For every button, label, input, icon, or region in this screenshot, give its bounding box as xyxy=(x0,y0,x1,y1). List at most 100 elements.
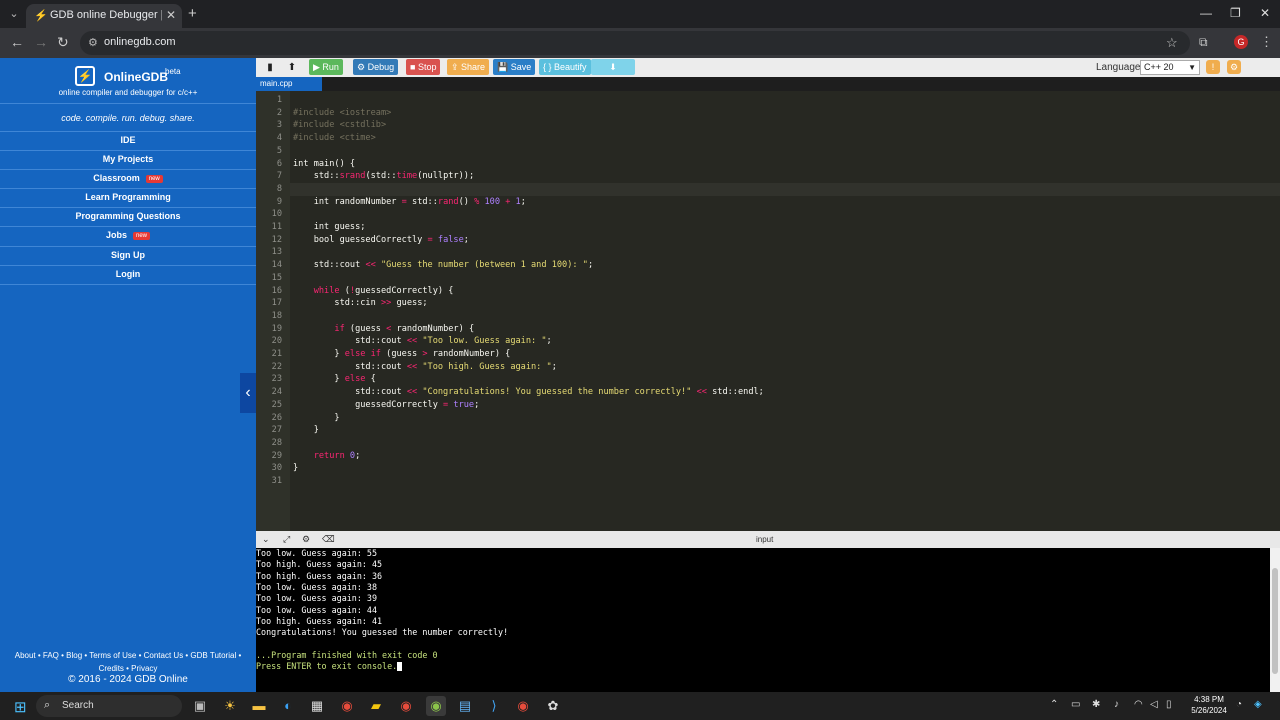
code-line[interactable]: 12 bool guessedCorrectly = false; xyxy=(256,234,1280,247)
store-icon[interactable]: ▦ xyxy=(307,696,327,716)
upload-icon[interactable]: ⬆ xyxy=(283,60,301,75)
microphone-icon[interactable]: ♪ xyxy=(1114,699,1119,710)
code-line[interactable]: 22 std::cout << "Too high. Guess again: … xyxy=(256,361,1280,374)
sidebar-item-programming-questions[interactable]: Programming Questions xyxy=(0,211,256,221)
vscode-icon[interactable]: ⟩ xyxy=(484,696,504,716)
share-button[interactable]: ⇪ Share xyxy=(447,59,490,75)
chrome-profile-icon[interactable]: ◉ xyxy=(396,696,416,716)
code-line[interactable]: 14 std::cout << "Guess the number (betwe… xyxy=(256,259,1280,272)
file-explorer-icon[interactable]: ▬ xyxy=(249,696,269,716)
sidebar-item-learn-programming[interactable]: Learn Programming xyxy=(0,192,256,202)
forward-arrow-icon[interactable]: → xyxy=(34,34,48,50)
code-line[interactable]: 30} xyxy=(256,462,1280,475)
chatgpt-icon[interactable]: ✿ xyxy=(543,696,563,716)
code-line[interactable]: 17 std::cin >> guess; xyxy=(256,297,1280,310)
sidebar-item-classroom[interactable]: Classroom new xyxy=(0,173,256,183)
clear-console-icon[interactable]: ⌫ xyxy=(322,534,335,545)
url-field[interactable]: ⚙ onlinegdb.com xyxy=(80,31,1190,55)
sidebar-item-jobs[interactable]: Jobs new xyxy=(0,230,256,240)
code-line[interactable]: 6 int main() { xyxy=(256,158,1280,171)
code-line[interactable]: 23 } else { xyxy=(256,373,1280,386)
code-line[interactable]: 9 int randomNumber = std::rand() % 100 +… xyxy=(256,196,1280,209)
console-scrollbar-thumb[interactable] xyxy=(1272,568,1278,674)
settings-gear-icon[interactable]: ⚙ xyxy=(1227,60,1241,74)
stop-button[interactable]: ■ Stop xyxy=(406,59,441,75)
code-line[interactable]: 31 xyxy=(256,475,1280,488)
tab-close-icon[interactable]: ✕ xyxy=(166,8,176,22)
sidebar-item-ide[interactable]: IDE xyxy=(0,135,256,145)
new-file-icon[interactable]: ▮ xyxy=(261,60,279,75)
code-editor[interactable]: 1 2 #include <iostream> 3 #include <cstdlib>… xyxy=(256,91,1280,531)
edge-browser-icon[interactable]: ◐ xyxy=(278,696,298,716)
window-close-icon[interactable]: ✕ xyxy=(1260,6,1270,20)
copilot-icon[interactable]: ◈ xyxy=(1254,699,1262,710)
console-settings-gear-icon[interactable]: ⚙ xyxy=(302,534,310,545)
code-line[interactable]: 26 } xyxy=(256,412,1280,425)
code-line[interactable]: 20 std::cout << "Too low. Guess again: "… xyxy=(256,335,1280,348)
profile-avatar[interactable]: G xyxy=(1234,35,1248,49)
code-line[interactable]: 29 return 0; xyxy=(256,450,1280,463)
minimize-icon[interactable]: — xyxy=(1200,6,1212,20)
chrome-icon[interactable]: ◉ xyxy=(337,696,357,716)
collapse-console-chevron-icon[interactable]: ⌄ xyxy=(262,534,270,545)
code-line[interactable]: 8 xyxy=(256,183,1280,196)
code-line[interactable]: 15 xyxy=(256,272,1280,285)
file-tab-main-cpp[interactable]: main.cpp xyxy=(256,77,322,91)
battery-icon[interactable]: ▯ xyxy=(1166,699,1172,710)
language-select[interactable]: C++ 20 ▼ xyxy=(1140,60,1200,75)
taskbar-clock[interactable]: 4:38 PM 5/26/2024 xyxy=(1186,694,1232,716)
notepad-icon[interactable]: ▤ xyxy=(455,696,475,716)
tray-device-icon[interactable]: ▭ xyxy=(1071,699,1080,710)
extensions-icon[interactable]: ⧉ xyxy=(1199,35,1208,50)
site-info-icon[interactable]: ⚙ xyxy=(88,36,98,49)
run-button[interactable]: ▶ Run xyxy=(309,59,343,75)
code-line[interactable]: 2 #include <iostream> xyxy=(256,107,1280,120)
expand-console-icon[interactable]: ⤢ xyxy=(283,534,290,545)
debug-button[interactable]: ⚙ Debug xyxy=(353,59,399,75)
browser-tab[interactable]: ⚡ GDB online Debugger | Compil ✕ xyxy=(26,4,182,28)
wifi-icon[interactable]: ◠ xyxy=(1134,699,1143,710)
code-line[interactable]: 4 #include <ctime> xyxy=(256,132,1280,145)
code-line[interactable]: 27 } xyxy=(256,424,1280,437)
code-line[interactable]: 3 #include <cstdlib> xyxy=(256,119,1280,132)
chrome-second-icon[interactable]: ◉ xyxy=(513,696,533,716)
code-line[interactable]: 11 int guess; xyxy=(256,221,1280,234)
beautify-button[interactable]: { } Beautify xyxy=(539,59,591,75)
collapse-sidebar-chevron-icon[interactable]: ‹ xyxy=(240,373,256,413)
code-line[interactable]: 24 std::cout << "Congratulations! You gu… xyxy=(256,386,1280,399)
brand-name[interactable]: OnlineGDB xyxy=(104,70,168,84)
taskbar-search[interactable]: ⌕ Search xyxy=(36,695,182,717)
new-tab-icon[interactable]: + xyxy=(188,5,197,22)
save-button[interactable]: 💾 Save xyxy=(493,59,536,75)
sidebar-item-my-projects[interactable]: My Projects xyxy=(0,154,256,164)
code-line[interactable]: 18 xyxy=(256,310,1280,323)
footer-links-line[interactable]: About • FAQ • Blog • Terms of Use • Cont… xyxy=(0,649,256,662)
code-line[interactable]: 1 xyxy=(256,94,1280,107)
info-icon[interactable]: ! xyxy=(1206,60,1220,74)
maximize-icon[interactable]: ❐ xyxy=(1230,6,1241,20)
code-line[interactable]: 19 if (guess < randomNumber) { xyxy=(256,323,1280,336)
task-view-icon[interactable]: ▣ xyxy=(190,696,210,716)
code-line[interactable]: 7 std::srand(std::time(nullptr)); xyxy=(256,170,1280,183)
sidebar-item-sign-up[interactable]: Sign Up xyxy=(0,250,256,260)
reload-icon[interactable]: ↻ xyxy=(57,34,69,51)
code-line[interactable]: 5 xyxy=(256,145,1280,158)
code-line[interactable]: 25 guessedCorrectly = true; xyxy=(256,399,1280,412)
bookmark-star-icon[interactable]: ☆ xyxy=(1166,35,1178,51)
console-output[interactable]: Too low. Guess again: 55 Too high. Guess … xyxy=(256,548,1270,692)
chrome-active-icon[interactable]: ◉ xyxy=(426,696,446,716)
download-button[interactable]: ⬇ xyxy=(591,59,635,75)
windows-start-icon[interactable]: ⊞ xyxy=(14,698,27,716)
code-line[interactable]: 16 while (!guessedCorrectly) { xyxy=(256,285,1280,298)
code-line[interactable]: 13 xyxy=(256,246,1280,259)
volume-icon[interactable]: ◁ xyxy=(1150,699,1158,710)
code-line[interactable]: 10 xyxy=(256,208,1280,221)
sidebar-item-login[interactable]: Login xyxy=(0,269,256,279)
notifications-bell-icon[interactable]: ◔ xyxy=(1236,699,1242,710)
sticky-notes-icon[interactable]: ▰ xyxy=(366,696,386,716)
onlinegdb-logo-icon[interactable]: ⚡ xyxy=(75,66,95,86)
tray-chevron-up-icon[interactable]: ⌃ xyxy=(1050,699,1058,710)
code-line[interactable]: 21 } else if (guess > randomNumber) { xyxy=(256,348,1280,361)
code-line[interactable]: 28 xyxy=(256,437,1280,450)
bluetooth-icon[interactable]: ✱ xyxy=(1092,699,1100,710)
